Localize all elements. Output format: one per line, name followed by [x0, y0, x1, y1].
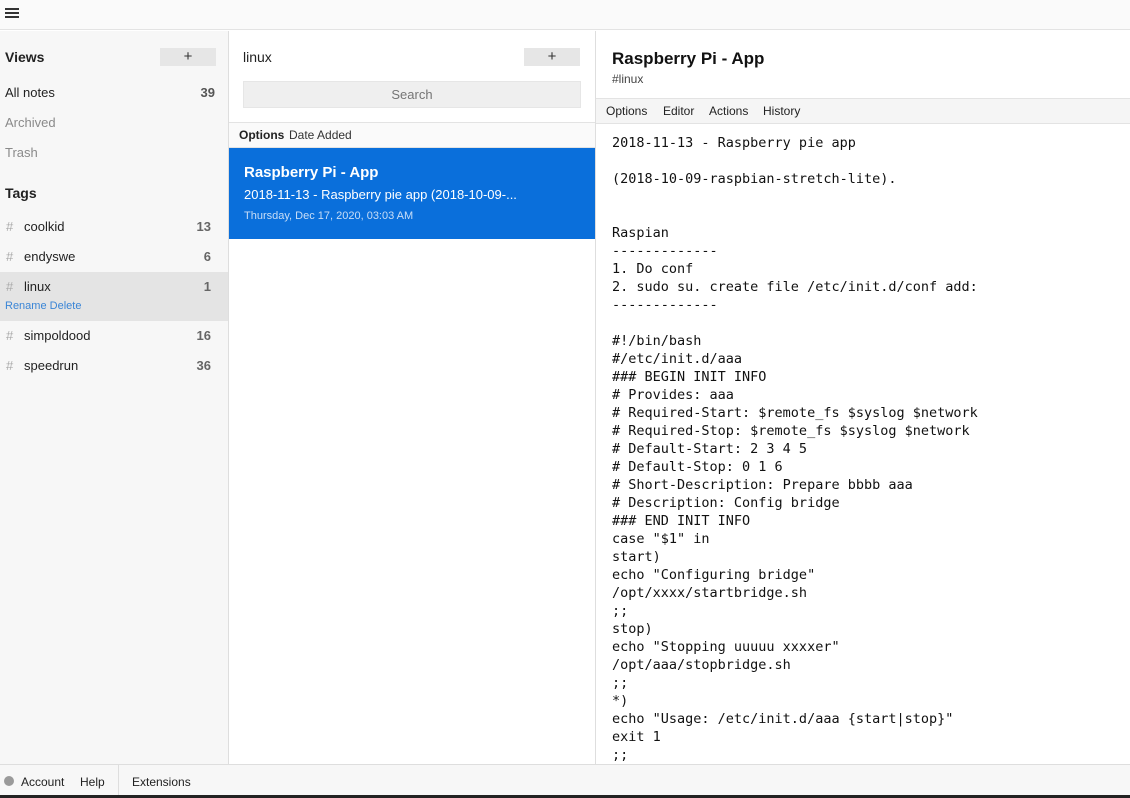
- tag-count: 1: [203, 279, 211, 294]
- note-title: Raspberry Pi - App: [244, 164, 379, 181]
- rename-tag-link[interactable]: Rename: [5, 300, 47, 312]
- tag-count: 13: [196, 219, 211, 234]
- tag-label: linux: [24, 279, 51, 294]
- editor-menu-bar: Options Editor Actions History: [596, 98, 1130, 124]
- note-date: Thursday, Dec 17, 2020, 03:03 AM: [244, 210, 414, 222]
- menu-icon[interactable]: [4, 6, 20, 22]
- tag-item-coolkid[interactable]: # coolkid 13: [0, 212, 228, 242]
- tag-count: 36: [196, 358, 211, 373]
- view-archived[interactable]: Archived: [5, 115, 219, 130]
- delete-tag-link[interactable]: Delete: [50, 300, 82, 312]
- editor-editor-menu[interactable]: Editor: [663, 104, 694, 118]
- hash-icon: #: [6, 249, 14, 264]
- hash-icon: #: [6, 358, 14, 373]
- view-label: All notes: [5, 85, 55, 100]
- notes-panel: linux + Options Date Added Raspberry Pi …: [229, 31, 596, 764]
- tag-item-simpoldood[interactable]: # simpoldood 16: [0, 321, 228, 351]
- note-tag[interactable]: #linux: [612, 72, 643, 86]
- note-list-item[interactable]: Raspberry Pi - App 2018-11-13 - Raspberr…: [229, 148, 595, 239]
- add-note-button[interactable]: +: [524, 48, 580, 66]
- editor-history-menu[interactable]: History: [763, 104, 800, 118]
- account-status-icon: [4, 776, 14, 786]
- note-title-heading[interactable]: Raspberry Pi - App: [612, 49, 764, 69]
- footer-bar: Account Help Extensions: [0, 764, 1130, 798]
- sort-by-button[interactable]: Date Added: [289, 128, 352, 142]
- note-text-area[interactable]: 2018-11-13 - Raspberry pie app (2018-10-…: [612, 134, 1122, 762]
- help-button[interactable]: Help: [80, 775, 105, 789]
- account-button[interactable]: Account: [21, 775, 64, 789]
- view-trash[interactable]: Trash: [5, 145, 219, 160]
- search-input[interactable]: [243, 81, 581, 108]
- add-view-button[interactable]: +: [160, 48, 216, 66]
- footer-divider: [118, 765, 119, 798]
- tags-panel: Views + All notes 39 Archived Trash Tags…: [0, 31, 229, 764]
- tag-label: coolkid: [24, 219, 65, 234]
- view-label: Trash: [5, 145, 38, 160]
- editor-options-menu[interactable]: Options: [606, 104, 647, 118]
- hash-icon: #: [6, 219, 14, 234]
- tag-count: 16: [196, 328, 211, 343]
- tag-label: simpoldood: [24, 328, 91, 343]
- tag-label: endyswe: [24, 249, 76, 264]
- editor-actions-menu[interactable]: Actions: [709, 104, 748, 118]
- tag-item-linux[interactable]: # linux 1 Rename Delete: [0, 272, 228, 321]
- view-all-notes[interactable]: All notes 39: [5, 85, 219, 100]
- tag-label: speedrun: [24, 358, 79, 373]
- tag-count: 6: [203, 249, 211, 264]
- view-count: 39: [200, 85, 215, 100]
- hash-icon: #: [6, 279, 14, 294]
- extensions-button[interactable]: Extensions: [132, 775, 191, 789]
- views-header: Views: [5, 49, 45, 65]
- tag-item-speedrun[interactable]: # speedrun 36: [0, 351, 228, 381]
- editor-panel: Raspberry Pi - App #linux Options Editor…: [596, 31, 1130, 764]
- tag-item-endyswe[interactable]: # endyswe 6: [0, 242, 228, 272]
- top-bar: [0, 0, 1130, 30]
- notes-options-bar: Options Date Added: [229, 122, 595, 148]
- tag-actions: Rename Delete: [5, 300, 81, 312]
- notes-list-title: linux: [243, 49, 272, 65]
- view-label: Archived: [5, 115, 56, 130]
- notes-options-button[interactable]: Options: [239, 128, 284, 142]
- hash-icon: #: [6, 328, 14, 343]
- note-preview: 2018-11-13 - Raspberry pie app (2018-10-…: [244, 187, 517, 202]
- tags-header: Tags: [5, 185, 37, 201]
